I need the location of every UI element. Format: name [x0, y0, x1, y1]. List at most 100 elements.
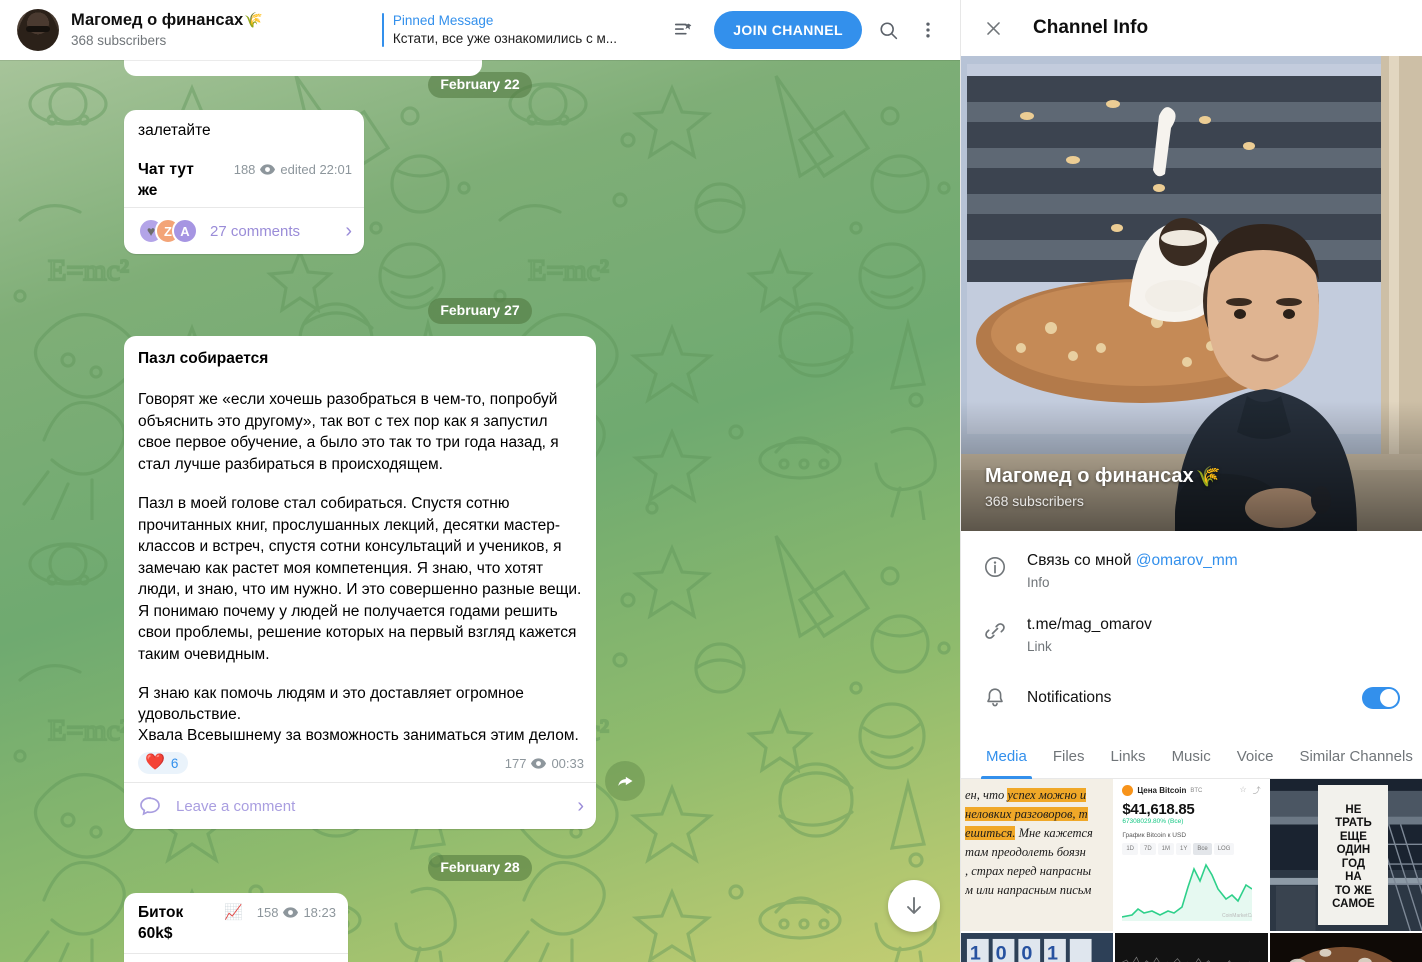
bell-icon — [983, 681, 1027, 715]
message-1-edited-time: edited 22:01 — [280, 162, 352, 177]
scroll-to-bottom-button[interactable] — [888, 880, 940, 932]
notifications-row[interactable]: Notifications — [961, 667, 1422, 729]
tab-voice[interactable]: Voice — [1224, 748, 1287, 778]
btc-caption: График Bitcoin к USD — [1122, 832, 1187, 839]
highlight: ешиться. — [965, 826, 1016, 840]
media-tile-space-photo[interactable] — [1269, 933, 1422, 962]
message-3-time: 18:23 — [303, 905, 336, 920]
wheat-emoji-icon: 🌾 — [1195, 466, 1221, 488]
message-bubble-1[interactable]: залетайте Чат тут же 188 edited 22:01 ♥ … — [124, 110, 364, 254]
channel-title-block[interactable]: Магомед о финансах 🌾 368 subscribers — [71, 11, 263, 49]
search-button[interactable] — [868, 10, 908, 50]
media-tile-video[interactable]: 1001 0:35 — [961, 933, 1114, 962]
btc-range[interactable]: 1D — [1122, 843, 1138, 855]
message-2-view-count: 177 — [504, 756, 527, 771]
join-channel-button[interactable]: JOIN CHANNEL — [714, 11, 862, 49]
info-about-username-link[interactable]: @omarov_mm — [1136, 552, 1238, 569]
message-bubble-3[interactable]: Биток 60k$ 📈 158 18:23 — [124, 893, 348, 962]
pinned-texts: Pinned Message Кстати, все уже ознакомил… — [393, 12, 617, 48]
eye-icon — [531, 758, 547, 769]
btc-price-line-chart: CoinMarketCap — [1122, 863, 1253, 922]
forward-message-button[interactable] — [605, 761, 645, 801]
channel-cover-photo[interactable]: Магомед о финансах 🌾 368 subscribers — [961, 56, 1422, 531]
commenter-avatar: A — [172, 218, 198, 244]
channel-info-title: Channel Info — [1033, 17, 1149, 38]
chevron-right-icon: › — [345, 220, 352, 242]
chart-up-emoji-icon: 📈 — [224, 904, 243, 921]
message-2-paragraph-3-line-1: Я знаю как помочь людям и это доставляет… — [138, 685, 524, 723]
info-row-about[interactable]: Связь со мной @omarov_mm Info — [961, 539, 1422, 603]
cover-channel-name: Магомед о финансах — [985, 465, 1194, 487]
highlight: успех можно и — [1007, 788, 1087, 802]
share-icon: ⤴ — [1252, 786, 1261, 795]
banner-text-board: НЕ ТРАТЬ ЕЩЕ ОДИН ГОД НА ТО ЖЕ САМОЕ — [1318, 785, 1389, 926]
message-1-comments-bar[interactable]: ♥ Z A 27 comments › — [124, 207, 364, 254]
message-3-comments-bar[interactable]: 2 comments › — [124, 953, 348, 962]
more-options-button[interactable] — [908, 10, 948, 50]
book-line: ен, что успех можно и — [965, 788, 1087, 802]
tab-music[interactable]: Music — [1159, 748, 1224, 778]
more-vertical-icon — [926, 22, 930, 38]
tab-similar-channels[interactable]: Similar Channels — [1286, 748, 1422, 778]
message-1-body: залетайте Чат тут же 188 edited 22:01 — [124, 110, 364, 207]
channel-info-panel: Channel Info Магомед о финансах 🌾 368 su… — [960, 0, 1422, 962]
media-tile-bitcoin-chart[interactable]: Цена Bitcoin BTC ☆ ⤴ $41,618.85 67308029… — [1115, 779, 1268, 932]
reaction-heart-button[interactable]: ❤️ 6 — [138, 752, 189, 774]
info-link-label: Link — [1027, 639, 1052, 654]
message-1-commenter-avatars: ♥ Z A — [138, 218, 198, 244]
btc-range-controls: 1D 7D 1M 1Y Все LOG — [1122, 843, 1260, 855]
message-2-body: Пазл собирается Говорят же «если хочешь … — [124, 336, 596, 750]
info-row-link[interactable]: t.me/mag_omarov Link — [961, 603, 1422, 667]
message-bubble-2[interactable]: Пазл собирается Говорят же «если хочешь … — [124, 336, 596, 829]
info-about-primary-row: Связь со мной @omarov_mm — [1027, 550, 1400, 571]
tab-media[interactable]: Media — [973, 748, 1040, 779]
media-tile-banner-sign[interactable]: НЕ ТРАТЬ ЕЩЕ ОДИН ГОД НА ТО ЖЕ САМОЕ — [1269, 779, 1422, 932]
tab-links[interactable]: Links — [1098, 748, 1159, 778]
message-1-line-2: Чат тут же — [138, 161, 194, 199]
media-tabs: Media Files Links Music Voice Similar Ch… — [961, 731, 1422, 779]
btc-range[interactable]: LOG — [1213, 843, 1235, 855]
media-grid: ен, что успех можно и неловких разговоро… — [961, 779, 1422, 962]
info-about-label: Info — [1027, 575, 1050, 590]
sign-line: НЕ — [1345, 803, 1362, 816]
message-2-title: Пазл собирается — [138, 350, 269, 367]
pinned-message[interactable]: Pinned Message Кстати, все уже ознакомил… — [381, 10, 632, 50]
pinned-message-snippet: Кстати, все уже ознакомились с м... — [392, 31, 618, 46]
message-2-paragraph-2: Пазл в моей голове стал собираться. Спус… — [138, 495, 582, 663]
btc-range-selected[interactable]: Все — [1193, 843, 1212, 855]
bitcoin-logo-icon — [1122, 785, 1134, 796]
media-tile-book-text[interactable]: ен, что успех можно и неловких разговоро… — [961, 779, 1114, 932]
tab-files[interactable]: Files — [1040, 748, 1098, 778]
btc-range[interactable]: 1Y — [1176, 843, 1192, 855]
book-text-art: ен, что успех можно и неловких разговоро… — [961, 779, 1114, 932]
link-icon — [983, 614, 1027, 648]
channel-avatar[interactable] — [17, 9, 59, 51]
sign-line: САМОЕ — [1332, 898, 1375, 911]
close-icon — [986, 21, 1000, 35]
message-1-view-count: 188 — [233, 162, 256, 177]
message-2-leave-comment-bar[interactable]: Leave a comment › — [124, 782, 596, 829]
btc-ticker: BTC — [1190, 787, 1203, 794]
eye-icon — [260, 164, 276, 175]
partial-message-bubble[interactable] — [124, 60, 482, 76]
forward-icon — [618, 776, 633, 786]
notifications-toggle[interactable] — [1362, 687, 1400, 709]
btc-range[interactable]: 1M — [1157, 843, 1175, 855]
pinned-list-icon — [675, 23, 692, 35]
message-3-body: Биток 60k$ 📈 158 18:23 — [124, 893, 348, 953]
dark-text-art: Александров 2, посвятил свою молодость п… — [1115, 933, 1268, 962]
info-link-url[interactable]: t.me/mag_omarov — [1027, 614, 1400, 635]
message-scroll-area[interactable]: February 22 залетайте Чат тут же 188 edi… — [0, 60, 960, 962]
media-tile-dark-text[interactable]: Александров 2, посвятил свою молодость п… — [1115, 933, 1268, 962]
message-3-view-count: 158 — [256, 905, 279, 920]
message-3-text: Биток 60k$ — [138, 904, 184, 942]
message-row-1: залетайте Чат тут же 188 edited 22:01 ♥ … — [0, 110, 960, 254]
sign-line: ТО ЖЕ — [1334, 884, 1372, 897]
heart-icon: ❤️ — [145, 754, 165, 771]
svg-text:1: 1 — [1047, 943, 1058, 962]
star-icon: ☆ — [1239, 785, 1247, 794]
btc-range[interactable]: 7D — [1140, 843, 1156, 855]
bitcoin-card-art: Цена Bitcoin BTC ☆ ⤴ $41,618.85 67308029… — [1115, 779, 1268, 932]
close-channel-info-button[interactable] — [973, 8, 1013, 48]
pinned-messages-list-button[interactable] — [664, 10, 704, 50]
